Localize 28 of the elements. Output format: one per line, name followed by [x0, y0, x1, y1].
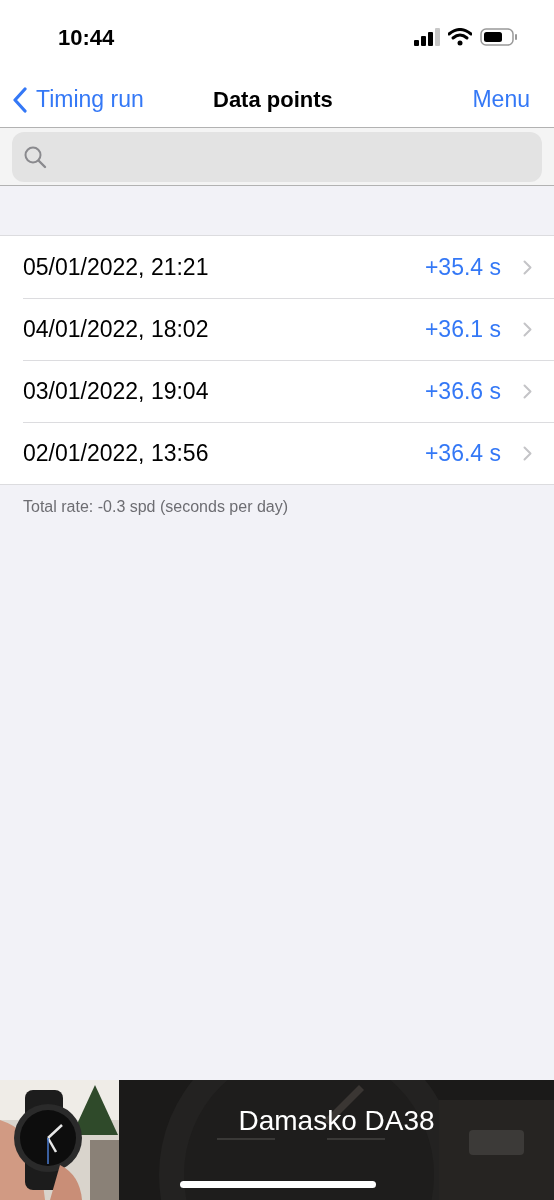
chevron-icon	[523, 259, 532, 275]
back-button[interactable]: Timing run	[12, 82, 144, 117]
signal-icon	[414, 28, 440, 46]
back-chevron-icon	[12, 86, 28, 113]
data-row[interactable]: 02/01/2022, 13:56 +36.4 s	[0, 422, 554, 484]
chevron-icon	[523, 446, 532, 461]
row-value: +36.4 s	[424, 439, 501, 469]
screen-title: Data points	[213, 86, 333, 114]
wifi-icon	[448, 28, 472, 46]
chevron-icon	[523, 322, 532, 337]
status-time: 10:44	[58, 23, 115, 52]
data-row[interactable]: 04/01/2022, 18:02 +36.1 s	[0, 298, 554, 360]
battery-icon	[480, 28, 518, 46]
data-row[interactable]: 03/01/2022, 19:04 +36.6 s	[0, 360, 554, 422]
row-date: 05/01/2022, 21:21	[23, 252, 210, 282]
row-date: 03/01/2022, 19:04	[23, 377, 210, 407]
search-field[interactable]	[12, 131, 542, 182]
footer-note: Total rate: -0.3 spd (seconds per day)	[23, 498, 289, 515]
chevron-icon	[523, 384, 532, 399]
banner-title: Damasko DA38	[238, 1104, 435, 1136]
row-date: 02/01/2022, 13:56	[23, 439, 210, 469]
search-icon	[23, 144, 47, 169]
data-row[interactable]: 05/01/2022, 21:21 +35.4 s	[0, 236, 554, 298]
row-value: +36.1 s	[424, 315, 501, 345]
menu-button[interactable]: Menu	[472, 82, 542, 117]
row-value: +36.6 s	[424, 377, 501, 407]
row-date: 04/01/2022, 18:02	[23, 315, 210, 345]
row-value: +35.4 s	[424, 252, 501, 282]
